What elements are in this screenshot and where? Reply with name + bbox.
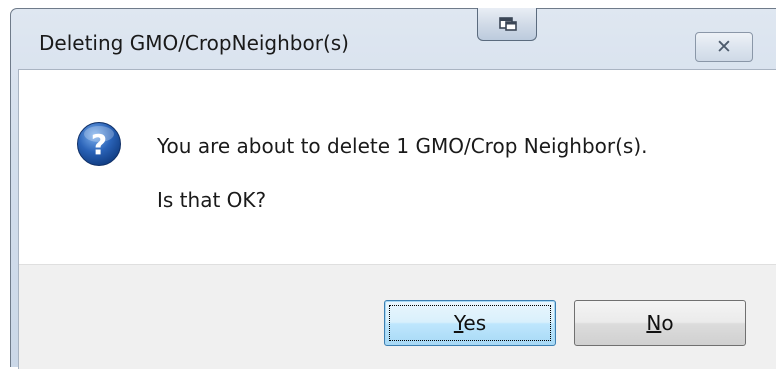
delete-confirmation-dialog: Deleting GMO/CropNeighbor(s) ✕ ? You are…: [0, 0, 776, 369]
confirmation-question: Is that OK?: [157, 188, 267, 212]
title-bar[interactable]: Deleting GMO/CropNeighbor(s) ✕: [11, 8, 776, 69]
window-restore-button[interactable]: [477, 8, 537, 41]
message-area: ? You are about to delete 1 GMO/Crop Nei…: [19, 70, 776, 264]
no-button-label: No: [646, 311, 674, 335]
yes-button-label: Yes: [453, 311, 487, 335]
window-restore-icon: [499, 17, 517, 31]
yes-button[interactable]: Yes: [384, 300, 556, 346]
message-text: You are about to delete 1 GMO/Crop Neigh…: [157, 134, 648, 158]
svg-text:?: ?: [91, 128, 107, 161]
dialog-content: ? You are about to delete 1 GMO/Crop Nei…: [18, 69, 776, 369]
close-button[interactable]: ✕: [695, 32, 753, 62]
close-icon: ✕: [716, 36, 732, 58]
window-title: Deleting GMO/CropNeighbor(s): [39, 31, 349, 55]
window-frame: Deleting GMO/CropNeighbor(s) ✕ ? You are…: [10, 8, 776, 369]
no-button[interactable]: No: [574, 300, 746, 346]
question-icon: ?: [77, 122, 121, 166]
button-bar: Yes No: [19, 264, 776, 369]
